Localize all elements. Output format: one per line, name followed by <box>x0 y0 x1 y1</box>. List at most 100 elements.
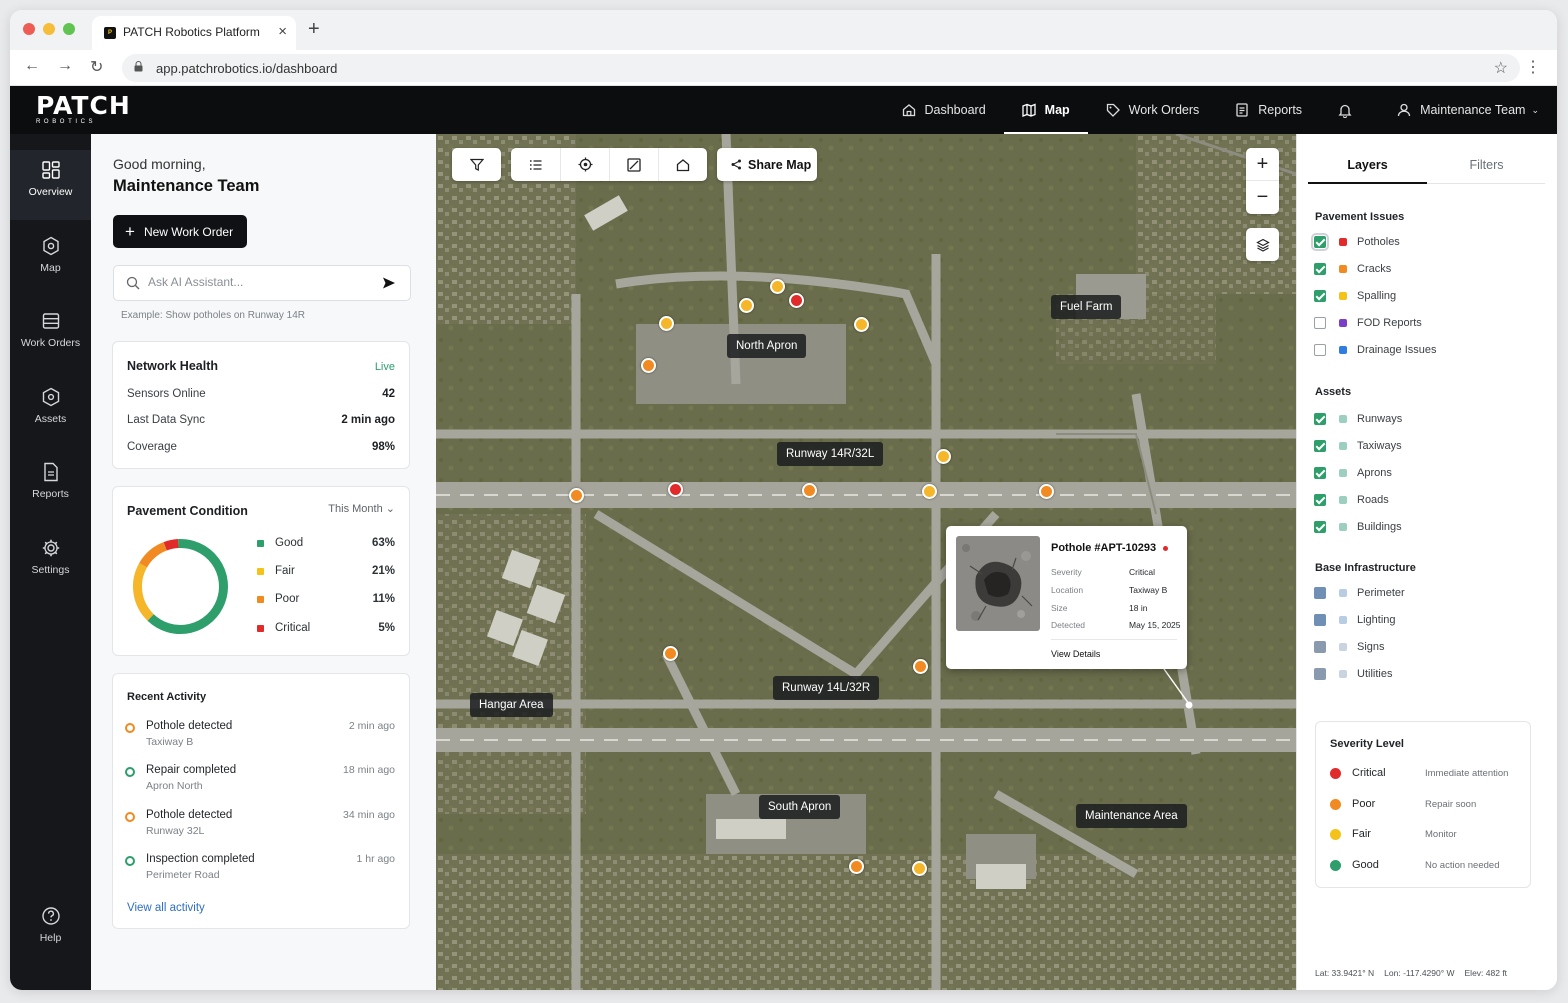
activity-item[interactable]: Inspection completed Perimeter Road 1 hr… <box>125 853 395 887</box>
issue-marker[interactable] <box>936 449 951 464</box>
new-work-order-button[interactable]: + New Work Order <box>113 215 247 248</box>
new-tab-button[interactable]: + <box>308 18 320 41</box>
layer-toggle-aprons[interactable]: Aprons <box>1314 467 1534 481</box>
layer-toggle-drainage[interactable]: Drainage Issues <box>1314 344 1534 358</box>
layer-toggle-signs[interactable]: Signs <box>1314 641 1534 655</box>
pothole-photo <box>956 536 1040 631</box>
layer-toggle-utilities[interactable]: Utilities <box>1314 668 1534 682</box>
issue-marker[interactable] <box>1039 484 1054 499</box>
measure-button[interactable] <box>609 148 658 181</box>
legend-row: Fair 21% <box>257 565 395 579</box>
rail-item-reports[interactable]: Reports <box>10 452 91 522</box>
layer-toggle-lighting[interactable]: Lighting <box>1314 614 1534 628</box>
nav-map[interactable]: Map <box>1003 86 1088 134</box>
map-pin-icon <box>42 236 59 256</box>
minimize-window-button[interactable] <box>43 23 55 35</box>
address-bar: ← → ↻ app.patchrobotics.io/dashboard ☆ ⋮ <box>10 50 1557 86</box>
layer-toggle-buildings[interactable]: Buildings <box>1314 521 1534 535</box>
home-view-button[interactable] <box>658 148 707 181</box>
list-view-button[interactable] <box>511 148 560 181</box>
view-all-activity-link[interactable]: View all activity <box>127 902 205 914</box>
satellite-map[interactable]: Share Map + − North Apron Fuel Farm Runw… <box>436 134 1296 990</box>
filter-tool[interactable] <box>452 148 501 181</box>
zoom-control: + − <box>1246 148 1279 214</box>
rail-item-help[interactable]: Help <box>10 896 91 966</box>
issue-marker[interactable] <box>663 646 678 661</box>
rail-item-assets[interactable]: Assets <box>10 377 91 447</box>
back-arrow-icon[interactable]: ← <box>24 57 40 75</box>
donut-slice-fair <box>133 563 154 621</box>
layer-toggle-fod-reports[interactable]: FOD Reports <box>1314 317 1534 331</box>
map-label-runway-14l[interactable]: Runway 14L/32R <box>773 676 880 700</box>
layer-toggle-spalling[interactable]: Spalling <box>1314 290 1534 304</box>
layers-button[interactable] <box>1246 228 1279 261</box>
rail-item-work-orders[interactable]: Work Orders <box>10 301 91 371</box>
popup-title: Pothole #APT-10293 <box>1051 542 1157 554</box>
patch-logo[interactable]: PATCH ROBOTICS <box>36 93 131 125</box>
activity-item[interactable]: Repair completed Apron North 18 min ago <box>125 764 395 798</box>
browser-tab[interactable]: P PATCH Robotics Platform × <box>92 16 296 50</box>
ai-example-hint: Example: Show potholes on Runway 14R <box>121 310 305 321</box>
issue-marker[interactable] <box>913 659 928 674</box>
tab-filters[interactable]: Filters <box>1427 158 1546 172</box>
donut-slice-poor <box>139 542 168 568</box>
ai-assistant-box <box>113 265 411 301</box>
help-icon <box>41 907 60 925</box>
rail-item-settings[interactable]: Settings <box>10 528 91 598</box>
browser-menu-icon[interactable]: ⋮ <box>1525 57 1541 77</box>
issue-marker[interactable] <box>739 298 754 313</box>
zoom-out-button[interactable]: − <box>1246 181 1279 214</box>
map-label-runway-14r[interactable]: Runway 14R/32L <box>777 442 884 466</box>
url-field[interactable]: app.patchrobotics.io/dashboard ☆ <box>122 54 1520 82</box>
issue-marker[interactable] <box>849 859 864 874</box>
reload-icon[interactable]: ↻ <box>90 57 103 77</box>
send-icon[interactable] <box>382 276 396 290</box>
tab-layers[interactable]: Layers <box>1308 158 1427 172</box>
view-details-link[interactable]: View Details <box>1051 649 1100 659</box>
tab-close-icon[interactable]: × <box>278 23 287 40</box>
issue-marker[interactable] <box>569 488 584 503</box>
map-label-south-apron[interactable]: South Apron <box>759 795 841 819</box>
map-label-north-apron[interactable]: North Apron <box>727 334 807 358</box>
issue-marker[interactable] <box>802 483 817 498</box>
network-health-card: Network Health Live Sensors Online 42 Las… <box>112 341 410 469</box>
bookmark-star-icon[interactable]: ☆ <box>1494 58 1508 78</box>
status-ring-icon <box>125 767 135 777</box>
user-menu[interactable]: Maintenance Team ⌄ <box>1379 86 1557 134</box>
layer-toggle-taxiways[interactable]: Taxiways <box>1314 440 1534 454</box>
locate-button[interactable] <box>560 148 609 181</box>
close-window-button[interactable] <box>23 23 35 35</box>
ai-assistant-input[interactable] <box>148 275 368 289</box>
map-label-maintenance-area[interactable]: Maintenance Area <box>1076 804 1187 828</box>
layer-toggle-perimeter[interactable]: Perimeter <box>1314 587 1534 601</box>
layer-toggle-roads[interactable]: Roads <box>1314 494 1534 508</box>
maximize-window-button[interactable] <box>63 23 75 35</box>
nav-dashboard[interactable]: Dashboard <box>884 86 1004 134</box>
issue-marker[interactable] <box>770 279 785 294</box>
share-map-button[interactable]: Share Map <box>717 148 817 181</box>
activity-item[interactable]: Pothole detected Taxiway B 2 min ago <box>125 720 395 754</box>
notifications-button[interactable] <box>1320 86 1379 134</box>
layer-toggle-runways[interactable]: Runways <box>1314 413 1534 427</box>
map-label-hangar-area[interactable]: Hangar Area <box>470 693 553 717</box>
issue-marker[interactable] <box>641 358 656 373</box>
issue-marker[interactable] <box>912 861 927 876</box>
nav-reports[interactable]: Reports <box>1217 86 1320 134</box>
browser-tab-bar: P PATCH Robotics Platform × + <box>10 10 1557 50</box>
issue-marker[interactable] <box>922 484 937 499</box>
layer-toggle-cracks[interactable]: Cracks <box>1314 263 1534 277</box>
nav-work-orders[interactable]: Work Orders <box>1088 86 1218 134</box>
activity-item[interactable]: Pothole detected Runway 32L 34 min ago <box>125 809 395 843</box>
issue-marker[interactable] <box>789 293 804 308</box>
issue-marker[interactable] <box>659 316 674 331</box>
layer-toggle-potholes[interactable]: Potholes <box>1311 233 1534 251</box>
issue-marker[interactable] <box>668 482 683 497</box>
forward-arrow-icon[interactable]: → <box>57 57 73 75</box>
rail-item-overview[interactable]: Overview <box>10 150 91 220</box>
zoom-in-button[interactable]: + <box>1246 148 1279 181</box>
map-label-fuel-farm[interactable]: Fuel Farm <box>1051 295 1122 319</box>
rail-item-map[interactable]: Map <box>10 226 91 296</box>
issue-marker[interactable] <box>854 317 869 332</box>
legend-row: Critical 5% <box>257 622 395 636</box>
period-dropdown[interactable]: This Month ⌄ <box>328 502 395 515</box>
